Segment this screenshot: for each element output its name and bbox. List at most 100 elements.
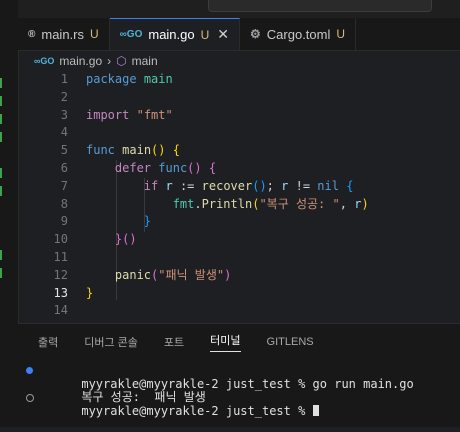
- code-line: 1 package main: [18, 71, 460, 89]
- breadcrumb-file[interactable]: main.go: [59, 54, 102, 68]
- tab-gitlens[interactable]: GITLENS: [267, 336, 314, 348]
- rust-icon: ®: [28, 28, 36, 40]
- keyword: package: [86, 72, 137, 86]
- line-number: 11: [53, 249, 68, 264]
- bracket: (): [252, 178, 267, 193]
- function-call: recover: [201, 178, 253, 193]
- tab-output[interactable]: 출력: [38, 334, 58, 350]
- command-center[interactable]: [208, 0, 432, 12]
- bracket: ): [224, 267, 232, 282]
- tab-main-rs[interactable]: ® main.rs U: [18, 18, 110, 50]
- line-number: 6: [60, 160, 68, 175]
- code-line: 7 if r := recover(); r != nil {: [18, 178, 460, 196]
- terminal-cursor: [312, 404, 319, 416]
- tab-label: main.go: [148, 27, 195, 42]
- terminal-line: 복구 성공: 패닉 발생: [18, 378, 460, 404]
- code-line: 6 defer func() {: [18, 160, 460, 178]
- string-literal: "패닉 발생": [158, 267, 225, 282]
- scm-marker: [0, 250, 2, 260]
- string-literal: "fmt": [136, 107, 173, 122]
- code-line: 10 }(): [18, 231, 460, 249]
- command-pending-icon: [26, 394, 34, 402]
- keyword: func: [86, 143, 115, 158]
- modified-badge: U: [336, 27, 346, 41]
- tab-debug-console[interactable]: 디버그 콘솔: [84, 334, 138, 350]
- title-bar: [18, 0, 460, 18]
- scm-marker: [0, 78, 2, 88]
- bottom-panel: 출력 디버그 콘솔 포트 터미널 GITLENS myyrakle@myyrak…: [18, 323, 460, 427]
- terminal-line: myyrakle@myyrakle-2 just_test %: [18, 391, 460, 417]
- keyword: defer: [114, 160, 152, 175]
- terminal-line: myyrakle@myyrakle-2 just_test % go run m…: [18, 364, 460, 390]
- code-line: 12 panic("패닉 발생"): [18, 267, 460, 285]
- operator: !=: [295, 178, 311, 193]
- bracket: {: [172, 143, 180, 158]
- line-number: 12: [53, 267, 68, 282]
- go-icon: ∞GO: [119, 29, 143, 40]
- tab-main-go[interactable]: ∞GO main.go U ✕: [109, 18, 241, 50]
- line-number: 2: [60, 89, 68, 104]
- code-line: 9 }: [18, 213, 460, 231]
- command-success-icon: [26, 367, 33, 374]
- variable: r: [281, 178, 289, 193]
- line-number: 14: [53, 303, 68, 318]
- keyword: if: [143, 178, 159, 193]
- panel-tab-bar: 출력 디버그 콘솔 포트 터미널 GITLENS: [18, 324, 460, 360]
- bracket: (): [187, 160, 202, 175]
- tab-label: main.rs: [41, 26, 84, 42]
- bracket: {: [346, 178, 354, 193]
- code-line: 11: [18, 249, 460, 267]
- bracket: {: [208, 160, 217, 175]
- string-literal: "복구 성공: ": [259, 196, 340, 211]
- tab-label: Cargo.toml: [266, 26, 331, 42]
- line-number: 9: [60, 214, 68, 229]
- punctuation: ;: [266, 178, 274, 193]
- bracket: }: [143, 214, 152, 229]
- line-number: 5: [60, 143, 68, 158]
- breadcrumb: ∞GO main.go › ⬡ main: [18, 51, 460, 71]
- code-line: 5 func main() {: [18, 142, 460, 160]
- line-number: 3: [60, 107, 68, 122]
- scm-marker: [0, 268, 2, 278]
- modified-badge: U: [90, 27, 99, 41]
- code-line: 8 fmt.Println("복구 성공: ", r): [18, 196, 460, 214]
- function-call: Println: [201, 196, 253, 211]
- cube-icon: ⬡: [116, 54, 127, 68]
- tab-cargo-toml[interactable]: ⚙ Cargo.toml U: [240, 18, 357, 50]
- code-line: 2: [18, 89, 460, 107]
- scm-marker: [0, 96, 2, 106]
- code-line: 14: [18, 302, 460, 320]
- line-number: 13: [53, 285, 68, 300]
- scm-marker: [0, 168, 2, 178]
- keyword: import: [86, 107, 130, 122]
- gear-icon: ⚙: [250, 27, 261, 41]
- go-icon: ∞GO: [34, 56, 55, 66]
- punctuation: ,: [339, 196, 347, 211]
- keyword: nil: [317, 178, 339, 193]
- keyword: func: [158, 160, 188, 175]
- bracket: ): [361, 196, 369, 211]
- code-editor[interactable]: 1 package main 2 3 import "fmt" 4 5 func…: [18, 71, 460, 323]
- code-line-current: 13 }: [18, 285, 460, 303]
- line-number: 7: [60, 178, 68, 193]
- tab-ports[interactable]: 포트: [164, 334, 184, 350]
- line-number: 4: [60, 125, 68, 140]
- close-icon[interactable]: ✕: [217, 26, 229, 43]
- line-number: 1: [60, 72, 68, 86]
- operator: :=: [179, 178, 195, 193]
- punctuation: .: [194, 196, 202, 211]
- code-line: 4: [18, 124, 460, 142]
- tab-terminal[interactable]: 터미널: [210, 332, 241, 352]
- bracket: (): [122, 232, 137, 247]
- scm-marker: [0, 132, 2, 142]
- bracket: (): [151, 143, 166, 158]
- activity-bar: [0, 0, 19, 427]
- scm-marker: [0, 186, 2, 196]
- breadcrumb-symbol[interactable]: main: [132, 54, 158, 68]
- scm-marker: [0, 114, 2, 124]
- function-name: main: [122, 143, 152, 158]
- function-call: panic: [114, 267, 152, 282]
- terminal[interactable]: myyrakle@myyrakle-2 just_test % go run m…: [18, 364, 460, 417]
- modified-badge: U: [200, 27, 210, 42]
- package-name: fmt: [172, 196, 195, 211]
